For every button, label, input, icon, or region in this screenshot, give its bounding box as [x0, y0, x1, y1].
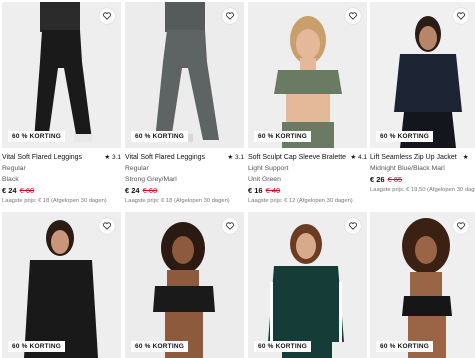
model-photo: [125, 212, 244, 358]
original-price: € 40: [265, 186, 281, 195]
product-title[interactable]: Soft Sculpt Cap Sleeve Bralette: [248, 152, 346, 163]
product-rating: ★: [462, 154, 469, 161]
favorite-button[interactable]: [99, 8, 115, 24]
product-card[interactable]: 60 % KORTING Soft Sculpt Cap Sleeve Bral…: [248, 2, 367, 207]
discount-badge: 60 % KORTING: [254, 341, 311, 352]
product-title[interactable]: Vital Soft Flared Leggings: [2, 152, 82, 163]
original-price: € 65: [387, 175, 403, 184]
heart-icon: [457, 222, 465, 230]
product-price: € 24: [125, 186, 140, 195]
model-photo: [125, 2, 244, 148]
price-row: € 26 € 65: [370, 174, 475, 185]
product-card[interactable]: 60 % KORTING: [125, 212, 244, 358]
product-fit: Light Support: [248, 165, 289, 172]
product-image[interactable]: 60 % KORTING: [125, 212, 244, 358]
product-price: € 26: [370, 175, 385, 184]
product-card[interactable]: 60 % KORTING Vital Soft Flared Leggings …: [125, 2, 244, 207]
product-fit: Regular: [2, 165, 26, 172]
heart-icon: [457, 12, 465, 20]
product-grid: 60 % KORTING Vital Soft Flared Leggings …: [0, 0, 475, 358]
lowest-price-note: Laagste prijs: € 12 (Afgelopen 30 dagen): [248, 198, 353, 204]
model-photo: [248, 2, 367, 148]
product-card[interactable]: 60 % KORTING Lift Seamless Zip Up Jacket…: [370, 2, 475, 196]
product-title[interactable]: Vital Soft Flared Leggings: [125, 152, 205, 163]
lowest-price-note: Laagste prijs: € 18 (Afgelopen 30 dagen): [2, 198, 107, 204]
product-rating: ★ 4.1: [350, 154, 367, 161]
favorite-button[interactable]: [222, 8, 238, 24]
original-price: € 60: [19, 186, 35, 195]
favorite-button[interactable]: [345, 218, 361, 234]
discount-badge: 60 % KORTING: [376, 341, 433, 352]
discount-badge: 60 % KORTING: [376, 131, 433, 142]
product-image[interactable]: 60 % KORTING: [248, 212, 367, 358]
price-row: € 16 € 40: [248, 185, 367, 196]
product-card[interactable]: 60 % KORTING: [2, 212, 121, 358]
price-row: € 24 € 60: [125, 185, 244, 196]
product-image[interactable]: 60 % KORTING: [2, 2, 121, 148]
heart-icon: [103, 12, 111, 20]
discount-badge: 60 % KORTING: [131, 131, 188, 142]
product-image[interactable]: 60 % KORTING: [2, 212, 121, 358]
product-price: € 24: [2, 186, 17, 195]
product-card[interactable]: 60 % KORTING Vital Soft Flared Leggings …: [2, 2, 121, 207]
heart-icon: [349, 12, 357, 20]
product-color: Strong Grey/Marl: [125, 176, 177, 183]
heart-icon: [103, 222, 111, 230]
product-color: Unit Green: [248, 176, 281, 183]
product-rating: ★ 3.1: [227, 154, 244, 161]
product-card[interactable]: 60 % KORTING: [248, 212, 367, 358]
favorite-button[interactable]: [453, 8, 469, 24]
heart-icon: [226, 222, 234, 230]
product-image[interactable]: 60 % KORTING: [370, 212, 475, 358]
favorite-button[interactable]: [453, 218, 469, 234]
product-fit: Regular: [125, 165, 149, 172]
model-photo: [248, 212, 367, 358]
lowest-price-note: Laagste prijs: € 18 (Afgelopen 30 dagen): [125, 198, 230, 204]
discount-badge: 60 % KORTING: [8, 131, 65, 142]
product-image[interactable]: 60 % KORTING: [248, 2, 367, 148]
favorite-button[interactable]: [222, 218, 238, 234]
model-photo: [2, 2, 121, 148]
lowest-price-note: Laagste prijs: € 19,50 (Afgelopen 30 dag…: [370, 187, 475, 193]
original-price: € 60: [142, 186, 158, 195]
heart-icon: [226, 12, 234, 20]
heart-icon: [349, 222, 357, 230]
product-color: Black: [2, 176, 19, 183]
discount-badge: 60 % KORTING: [8, 341, 65, 352]
product-fit: Midnight Blue/Black Marl: [370, 165, 445, 172]
product-card[interactable]: 60 % KORTING: [370, 212, 475, 358]
favorite-button[interactable]: [99, 218, 115, 234]
product-title[interactable]: Lift Seamless Zip Up Jacket: [370, 152, 457, 163]
price-row: € 24 € 60: [2, 185, 121, 196]
favorite-button[interactable]: [345, 8, 361, 24]
product-rating: ★ 3.1: [104, 154, 121, 161]
model-photo: [2, 212, 121, 358]
product-image[interactable]: 60 % KORTING: [125, 2, 244, 148]
product-price: € 16: [248, 186, 263, 195]
product-image[interactable]: 60 % KORTING: [370, 2, 475, 148]
discount-badge: 60 % KORTING: [254, 131, 311, 142]
discount-badge: 60 % KORTING: [131, 341, 188, 352]
